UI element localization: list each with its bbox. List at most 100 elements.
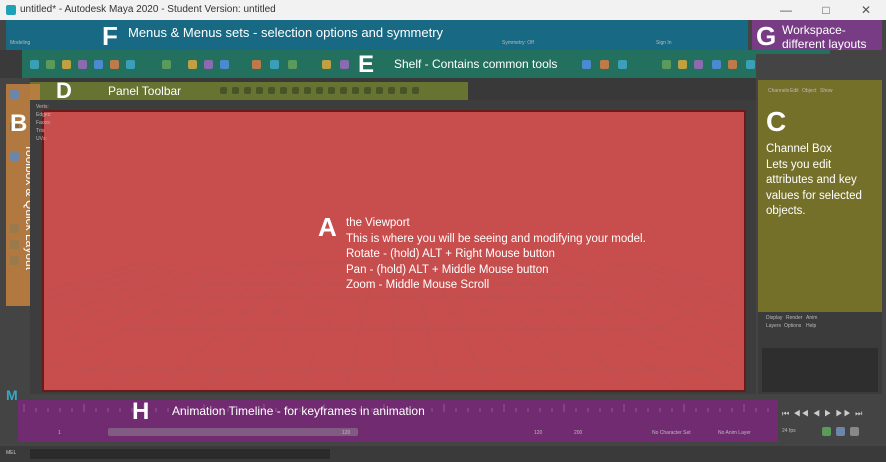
channel-line-4: values for selected	[766, 189, 862, 202]
panel-tool-icon[interactable]	[316, 87, 323, 94]
panel-tool-icon[interactable]	[304, 87, 311, 94]
shelf-tool-icon[interactable]	[110, 60, 119, 69]
shelf-caption: Shelf - Contains common tools	[394, 57, 558, 71]
channel-tab-channels[interactable]: Channels	[768, 88, 789, 94]
viewport-overlay[interactable]: A the Viewport This is where you will be…	[42, 110, 746, 392]
panel-tool-icon[interactable]	[340, 87, 347, 94]
playback-controls[interactable]: ⏮ ◀◀ ◀ ▶ ▶▶ ⏭	[782, 408, 886, 420]
auto-key-icon[interactable]	[822, 427, 831, 436]
panel-tool-icon[interactable]	[364, 87, 371, 94]
range-slider-bar[interactable]	[108, 428, 358, 436]
minimize-button[interactable]: —	[766, 0, 806, 20]
panel-tool-icon[interactable]	[376, 87, 383, 94]
panel-tool-icon[interactable]	[244, 87, 251, 94]
shelf-tool-icon[interactable]	[582, 60, 591, 69]
panel-tool-icon[interactable]	[412, 87, 419, 94]
symmetry-dropdown[interactable]: Symmetry: Off	[502, 40, 534, 46]
hud-uvs: UVs:	[36, 136, 47, 142]
channel-line-5: objects.	[766, 205, 806, 217]
layer-tab-anim[interactable]: Anim	[806, 315, 817, 321]
anim-layer-dropdown[interactable]: No Anim Layer	[718, 430, 751, 436]
layer-list[interactable]	[762, 348, 878, 392]
quick-layout-split-icon[interactable]	[10, 256, 19, 265]
layer-tab-render[interactable]: Render	[786, 315, 802, 321]
shelf-tool-icon[interactable]	[188, 60, 197, 69]
layer-menu-options[interactable]: Options	[784, 323, 801, 329]
move-tool-icon[interactable]	[10, 152, 19, 161]
shelf-tool-icon[interactable]	[746, 60, 755, 69]
hud-stats: Verts: Edges: Faces: Tris: UVs:	[36, 104, 116, 144]
select-tool-icon[interactable]	[10, 90, 19, 99]
sound-icon[interactable]	[850, 427, 859, 436]
window-title: untitled* - Autodesk Maya 2020 - Student…	[20, 4, 276, 15]
shelf-menu-gear[interactable]	[0, 50, 22, 78]
channel-tab-object[interactable]: Object	[802, 88, 816, 94]
menu-set-dropdown[interactable]: Modeling	[10, 40, 30, 46]
viewport-line-2: This is where you will be seeing and mod…	[346, 232, 646, 245]
workspace-letter: G	[756, 21, 777, 51]
shelf-tool-icon[interactable]	[126, 60, 135, 69]
channel-tab-show[interactable]: Show	[820, 88, 833, 94]
workspace-overlay[interactable]: G Workspace- different layouts	[752, 20, 882, 54]
shelf-tool-icon[interactable]	[662, 60, 671, 69]
menus-letter: F	[102, 21, 118, 51]
shelf-tool-icon[interactable]	[618, 60, 627, 69]
shelf-tool-icon[interactable]	[678, 60, 687, 69]
panel-tool-icon[interactable]	[256, 87, 263, 94]
panel-tool-icon[interactable]	[280, 87, 287, 94]
quick-layout-single-icon[interactable]	[10, 224, 19, 233]
range-start-field[interactable]: 1	[58, 430, 61, 436]
viewport-grid-line	[153, 261, 305, 390]
timeline-overlay[interactable]: H Animation Timeline - for keyframes in …	[18, 398, 778, 442]
shelf-tool-icon[interactable]	[600, 60, 609, 69]
shelf-tool-icon[interactable]	[712, 60, 721, 69]
shelf-tool-icon[interactable]	[204, 60, 213, 69]
fps-dropdown[interactable]: 24 fps	[782, 428, 796, 434]
shelf-tool-icon[interactable]	[694, 60, 703, 69]
shelf-tool-icon[interactable]	[340, 60, 349, 69]
panel-tool-icon[interactable]	[400, 87, 407, 94]
shelf-overlay: E Shelf - Contains common tools	[22, 50, 830, 78]
layer-tab-display[interactable]: Display	[766, 315, 782, 321]
channel-box-description: Channel Box Lets you edit attributes and…	[766, 142, 862, 220]
anim-start-field[interactable]: 120	[534, 430, 542, 436]
shelf-tool-icon[interactable]	[322, 60, 331, 69]
close-button[interactable]: ✕	[846, 0, 886, 20]
panel-tool-icon[interactable]	[292, 87, 299, 94]
shelf-tool-icon[interactable]	[78, 60, 87, 69]
panel-tool-icon[interactable]	[232, 87, 239, 94]
range-end-field[interactable]: 120	[342, 430, 350, 436]
command-line[interactable]: MEL	[0, 446, 886, 462]
shelf-tool-icon[interactable]	[94, 60, 103, 69]
command-input[interactable]	[30, 449, 330, 459]
sign-in-button[interactable]: Sign In	[656, 40, 672, 46]
layer-menu-help[interactable]: Help	[806, 323, 816, 329]
layer-menu-layers[interactable]: Layers	[766, 323, 781, 329]
shelf-tool-icon[interactable]	[30, 60, 39, 69]
channel-tab-edit[interactable]: Edit	[790, 88, 799, 94]
panel-tool-icon[interactable]	[388, 87, 395, 94]
anim-end-field[interactable]: 200	[574, 430, 582, 436]
viewport-grid-line	[57, 261, 269, 390]
shelf-tool-icon[interactable]	[220, 60, 229, 69]
character-set-dropdown[interactable]: No Character Set	[652, 430, 691, 436]
panel-tool-icon[interactable]	[268, 87, 275, 94]
shelf-tool-icon[interactable]	[252, 60, 261, 69]
viewport-line-3: Rotate - (hold) ALT + Right Mouse button	[346, 248, 555, 260]
shelf-tool-icon[interactable]	[162, 60, 171, 69]
panel-tool-icon[interactable]	[328, 87, 335, 94]
anim-prefs-icon[interactable]	[836, 427, 845, 436]
shelf-tool-icon[interactable]	[728, 60, 737, 69]
toolbox-letter: B	[10, 110, 28, 137]
channel-box-overlay: Channels Edit Object Show C Channel Box …	[758, 80, 882, 312]
panel-tool-icon[interactable]	[352, 87, 359, 94]
shelf-tool-icon[interactable]	[46, 60, 55, 69]
shelf-tool-icon[interactable]	[288, 60, 297, 69]
panel-toolbar-caption: Panel Toolbar	[108, 84, 182, 98]
shelf-tool-icon[interactable]	[270, 60, 279, 69]
panel-tool-icon[interactable]	[220, 87, 227, 94]
maximize-button[interactable]: □	[806, 0, 846, 20]
shelf-tool-icon[interactable]	[62, 60, 71, 69]
hud-faces: Faces:	[36, 120, 52, 126]
quick-layout-four-icon[interactable]	[10, 240, 19, 249]
